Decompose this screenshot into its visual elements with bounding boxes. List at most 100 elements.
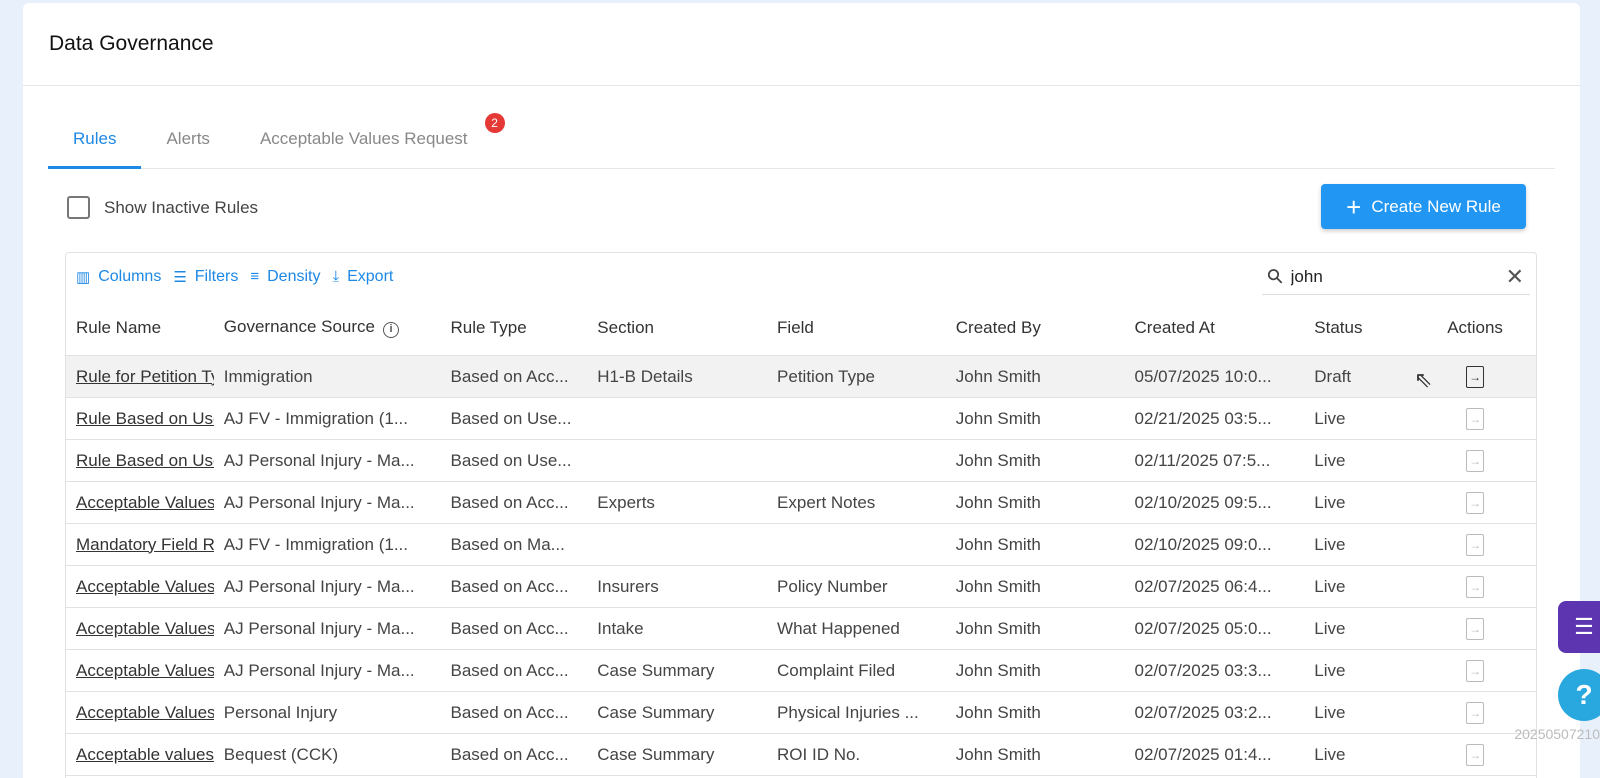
- created-at-cell: 02/07/2025 01:4...: [1134, 744, 1272, 764]
- rule-name-link[interactable]: Acceptable values: [66, 745, 214, 765]
- density-button[interactable]: ≡ Density: [250, 268, 320, 286]
- rule-name-text[interactable]: Rule Based on User: [76, 451, 214, 470]
- rule-name-link[interactable]: Mandatory Field Rule: [66, 535, 214, 555]
- actions-cell: →: [1404, 575, 1536, 598]
- section-cell: Insurers: [597, 576, 659, 596]
- page-title: Data Governance: [49, 32, 214, 55]
- created-by-cell: John Smith: [955, 366, 1041, 386]
- table-body: Rule for Petition Type Immigration Based o…: [66, 356, 1536, 776]
- tab-label: Alerts: [166, 129, 210, 148]
- show-inactive-checkbox[interactable]: [67, 196, 90, 219]
- filters-label: Filters: [194, 267, 239, 285]
- filters-button[interactable]: ☰ Filters: [173, 268, 238, 286]
- section-cell: Case Summary: [597, 660, 715, 680]
- created-at-cell: 02/11/2025 07:5...: [1134, 450, 1271, 470]
- rule-name-link[interactable]: Acceptable Values: [66, 493, 214, 513]
- column-header[interactable]: Section: [587, 318, 767, 338]
- column-header[interactable]: Status: [1304, 318, 1404, 338]
- columns-button[interactable]: ▥ Columns: [76, 268, 161, 286]
- status-cell: Live: [1314, 534, 1346, 554]
- download-icon: ⤓: [332, 268, 340, 285]
- table-row[interactable]: Rule Based on User AJ FV - Immigration (1…: [66, 398, 1536, 440]
- show-inactive-label: Show Inactive Rules: [104, 197, 259, 217]
- open-document-icon[interactable]: →: [1466, 617, 1485, 640]
- rule-type-cell: Based on Acc...: [450, 744, 569, 764]
- table-row[interactable]: Mandatory Field Rule AJ FV - Immigration …: [66, 524, 1536, 566]
- tab-alerts[interactable]: Alerts: [141, 111, 234, 169]
- column-header[interactable]: Field: [767, 318, 946, 338]
- open-document-icon[interactable]: →: [1466, 449, 1485, 472]
- field-cell: What Happened: [777, 618, 900, 638]
- table-row[interactable]: Acceptable Values Personal Injury Based on…: [66, 692, 1536, 734]
- rule-type-cell: Based on Ma...: [450, 534, 565, 554]
- rule-name-link[interactable]: Rule for Petition Type: [66, 367, 214, 387]
- search-input[interactable]: [1290, 266, 1491, 287]
- created-by-cell: John Smith: [955, 492, 1041, 512]
- created-at-cell: 05/07/2025 10:0...: [1134, 366, 1272, 386]
- tab-label: Rules: [73, 129, 117, 148]
- timestamp-label: 20250507210: [1514, 726, 1600, 742]
- rule-name-link[interactable]: Rule Based on User: [66, 451, 214, 471]
- created-by-cell: John Smith: [955, 450, 1041, 470]
- open-document-icon[interactable]: →: [1466, 743, 1485, 766]
- rule-name-text[interactable]: Rule Based on User: [76, 409, 214, 428]
- clear-search-icon[interactable]: ✕: [1506, 264, 1524, 290]
- mouse-cursor-icon: ⇖: [1414, 367, 1433, 392]
- rule-name-text[interactable]: Acceptable Values: [76, 493, 214, 512]
- rule-type-cell: Based on Acc...: [450, 618, 569, 638]
- open-document-icon[interactable]: →: [1466, 365, 1485, 388]
- rule-name-link[interactable]: Acceptable Values: [66, 577, 214, 597]
- rule-name-link[interactable]: Acceptable Values: [66, 703, 214, 723]
- table-row[interactable]: Rule for Petition Type Immigration Based o…: [66, 356, 1536, 398]
- table-row[interactable]: Acceptable Values AJ Personal Injury - Ma…: [66, 566, 1536, 608]
- rule-type-cell: Based on Acc...: [450, 660, 569, 680]
- rule-type-cell: Based on Acc...: [450, 366, 569, 386]
- show-inactive-toggle[interactable]: Show Inactive Rules: [67, 196, 258, 219]
- notification-badge: 2: [484, 113, 505, 133]
- rule-name-link[interactable]: Acceptable Values: [66, 661, 214, 681]
- info-icon[interactable]: i: [383, 322, 399, 338]
- governance-source-cell: AJ FV - Immigration (1...: [223, 534, 408, 554]
- column-header[interactable]: Rule Name: [66, 318, 214, 338]
- table-row[interactable]: Acceptable Values AJ Personal Injury - Ma…: [66, 482, 1536, 524]
- open-document-icon[interactable]: →: [1466, 533, 1485, 556]
- actions-cell: →: [1404, 449, 1536, 472]
- open-document-icon[interactable]: →: [1466, 575, 1485, 598]
- table-row[interactable]: Acceptable values Bequest (CCK) Based on A…: [66, 734, 1536, 776]
- rule-name-link[interactable]: Acceptable Values: [66, 619, 214, 639]
- column-header[interactable]: Created By: [946, 318, 1125, 338]
- column-header[interactable]: Rule Type: [440, 318, 587, 338]
- open-document-icon[interactable]: →: [1466, 659, 1485, 682]
- open-document-icon[interactable]: →: [1466, 491, 1485, 514]
- section-cell: Experts: [597, 492, 655, 512]
- open-document-icon[interactable]: →: [1466, 701, 1485, 724]
- table-row[interactable]: Acceptable Values AJ Personal Injury - Ma…: [66, 650, 1536, 692]
- column-header[interactable]: Created At: [1125, 318, 1305, 338]
- rule-name-text[interactable]: Acceptable Values: [76, 661, 214, 680]
- create-new-rule-button[interactable]: + Create New Rule: [1321, 184, 1526, 229]
- rule-name-text[interactable]: Rule for Petition Type: [76, 367, 214, 386]
- rule-name-text[interactable]: Acceptable Values: [76, 577, 214, 596]
- rule-name-text[interactable]: Acceptable Values: [76, 619, 214, 638]
- created-by-cell: John Smith: [955, 408, 1041, 428]
- governance-source-cell: AJ Personal Injury - Ma...: [223, 450, 415, 470]
- tab-acceptable-values-request[interactable]: Acceptable Values Request 2: [235, 111, 505, 169]
- status-cell: Live: [1314, 450, 1346, 470]
- tab-rules[interactable]: Rules: [48, 111, 142, 169]
- rule-name-text[interactable]: Mandatory Field Rule: [76, 535, 214, 554]
- columns-icon: ▥: [76, 268, 91, 286]
- table-row[interactable]: Acceptable Values AJ Personal Injury - Ma…: [66, 608, 1536, 650]
- export-button[interactable]: ⤓ Export: [332, 268, 393, 286]
- export-label: Export: [347, 267, 394, 285]
- open-document-icon[interactable]: →: [1466, 407, 1485, 430]
- table-row[interactable]: Rule Based on User AJ Personal Injury - M…: [66, 440, 1536, 482]
- rule-name-link[interactable]: Rule Based on User: [66, 409, 214, 429]
- actions-cell: →: [1404, 533, 1536, 556]
- rule-name-text[interactable]: Acceptable Values: [76, 703, 214, 722]
- grid-toolbar: ▥ Columns ☰ Filters ≡ Density ⤓ Export ⚲…: [66, 253, 1536, 300]
- section-cell: Intake: [597, 618, 644, 638]
- rule-name-text[interactable]: Acceptable values: [76, 745, 214, 764]
- column-header[interactable]: Governance Source i: [214, 317, 441, 338]
- created-at-cell: 02/10/2025 09:0...: [1134, 534, 1272, 554]
- chat-icon[interactable]: ☰: [1558, 601, 1600, 653]
